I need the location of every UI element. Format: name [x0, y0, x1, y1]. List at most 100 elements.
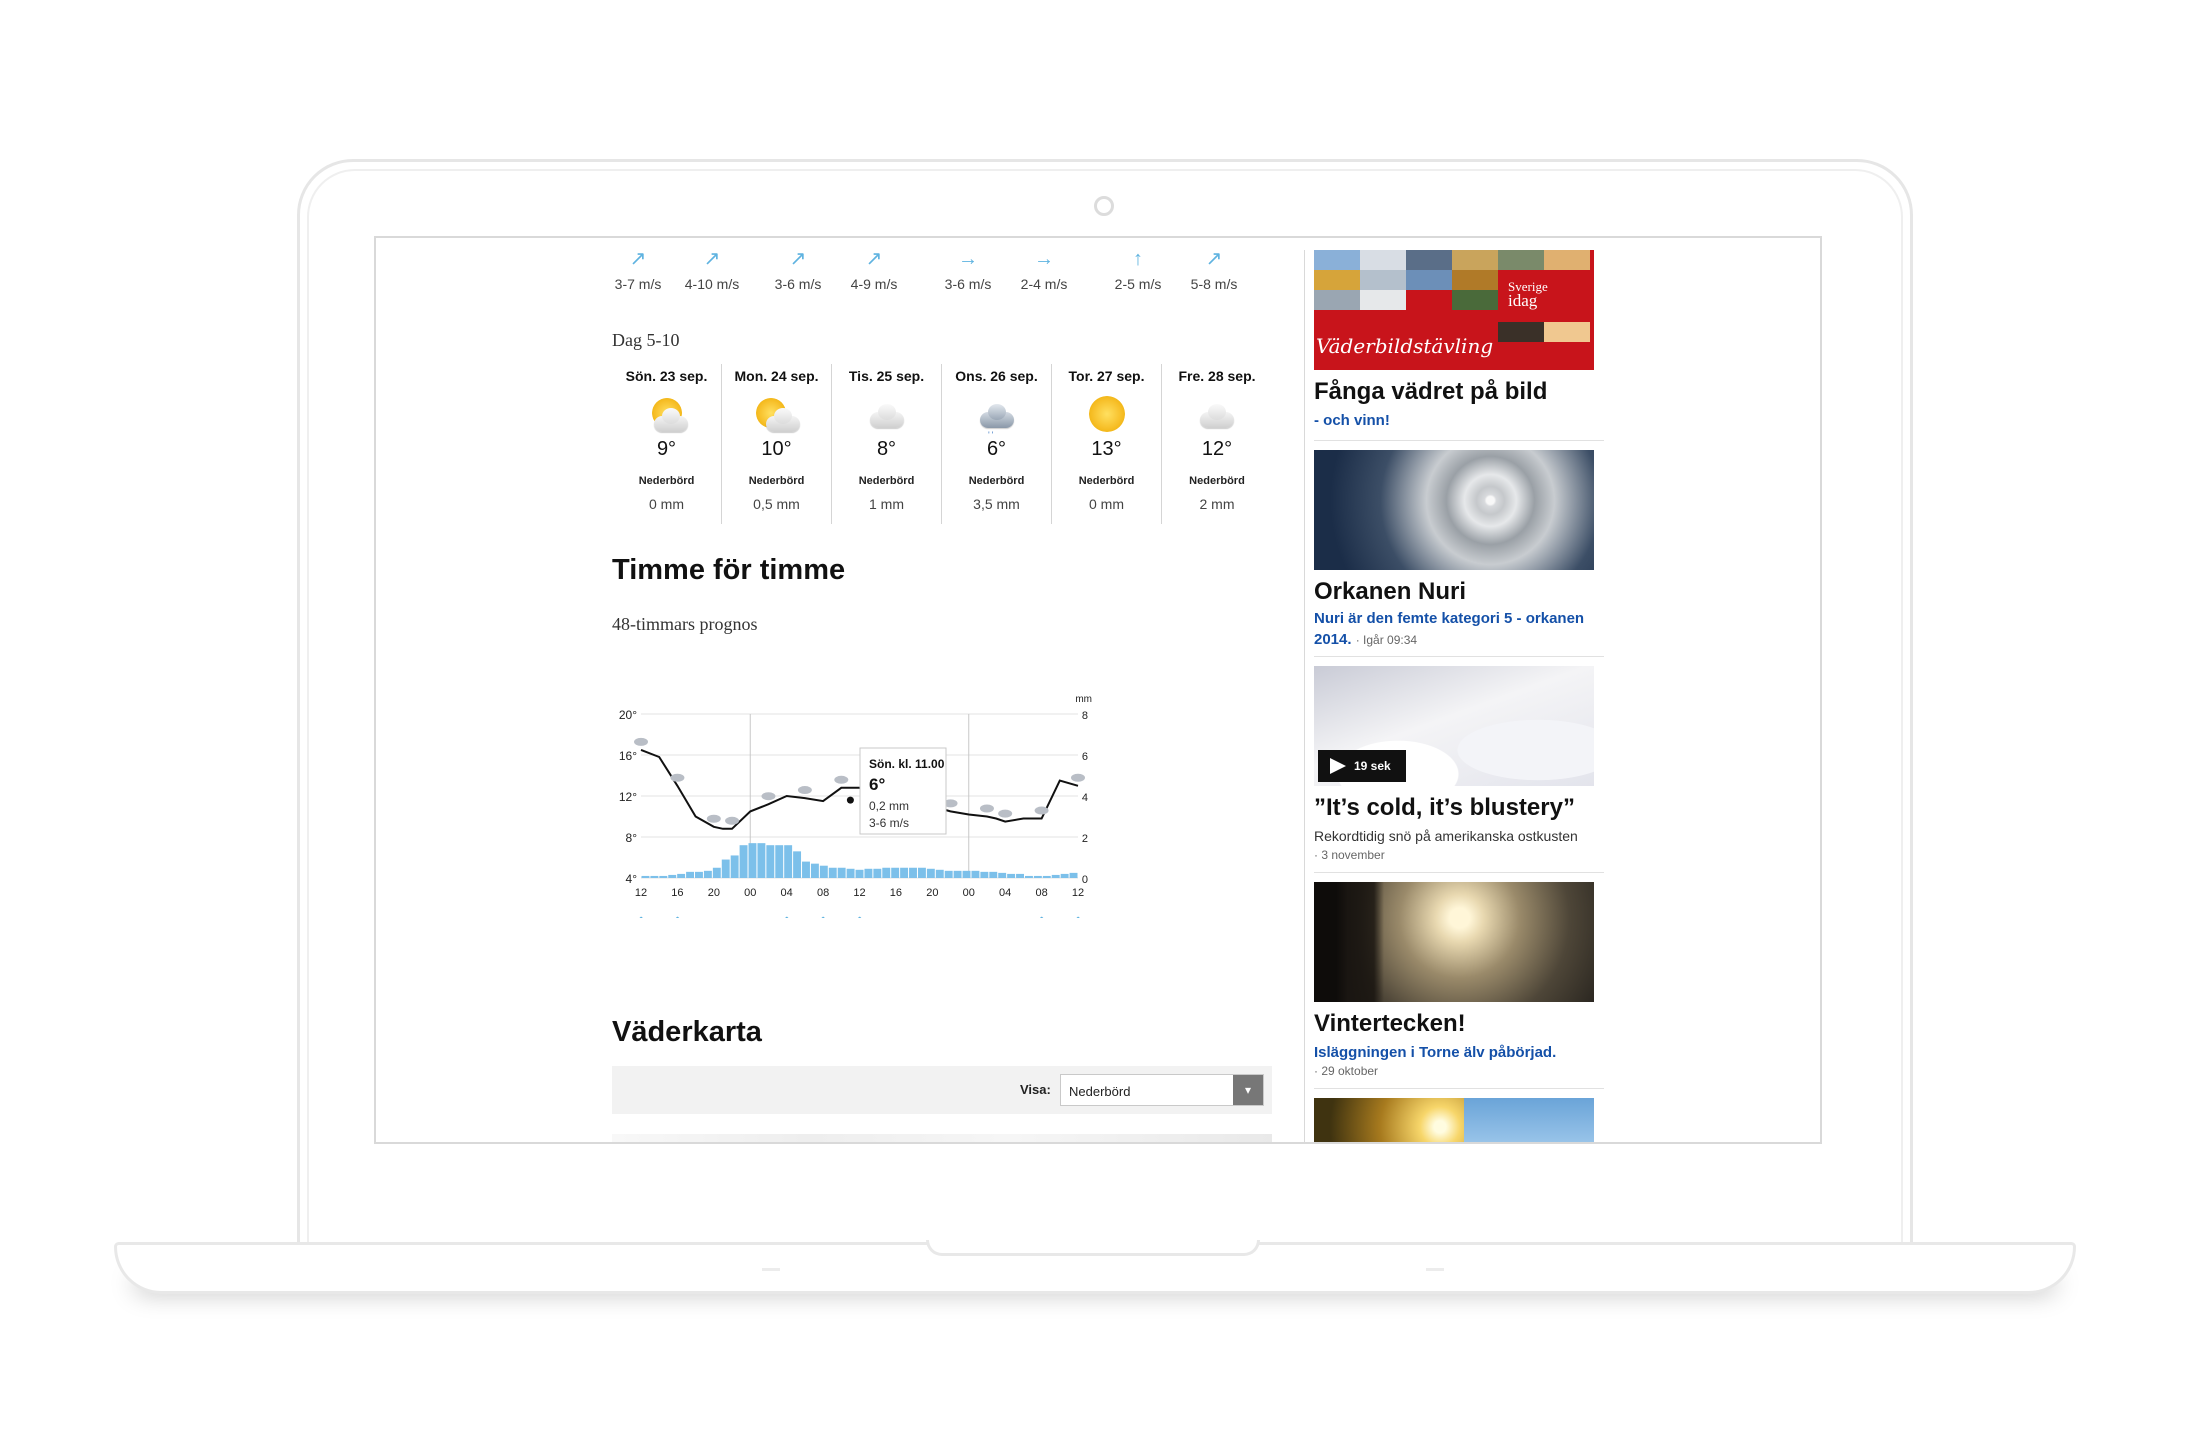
day-name: Mon. 24 sep.	[734, 368, 819, 384]
precip-bar	[1051, 874, 1060, 878]
card-link[interactable]: Isläggningen i Torne älv påbörjad.	[1314, 1042, 1604, 1063]
precip-bar	[784, 845, 793, 878]
wind-arrow-icon: ↔	[706, 914, 721, 918]
brand-bottom: idag	[1508, 291, 1538, 310]
precip-bar	[748, 843, 757, 878]
wind-speed: 5-8 m/s	[1190, 276, 1238, 292]
wind-speed: 3-6 m/s	[774, 276, 822, 292]
precip-bar	[677, 873, 686, 878]
x-tick-label: 04	[781, 887, 793, 899]
hourly-chart[interactable]: 20° 8 16° 6 12° 4 8° 2 4° 0 mm 12 16 20 00 04 08 12 16 20 00…	[612, 638, 1272, 918]
wind-cell: ↑ 2-5 m/s	[1098, 246, 1178, 292]
precip-bar	[989, 871, 998, 878]
wind-cell: → 2-4 m/s	[1004, 246, 1084, 292]
card-text: Rekordtidig snö på amerikanska ostkusten	[1314, 828, 1578, 844]
precip-bar	[668, 874, 677, 878]
precip-bar	[873, 868, 882, 878]
card-title[interactable]: Vintertecken!	[1314, 1010, 1466, 1038]
wind-speed: 2-5 m/s	[1114, 276, 1162, 292]
video-duration: 19 sek	[1354, 759, 1391, 773]
cloud-icon	[832, 394, 941, 434]
day-forecast[interactable]: Tor. 27 sep. 13° Nederbörd 0 mm	[1052, 364, 1162, 524]
day-name: Fre. 28 sep.	[1178, 368, 1256, 384]
precip-bar	[712, 867, 721, 878]
wind-speed: 2-4 m/s	[1020, 276, 1068, 292]
card-meta: · Igår 09:34	[1355, 633, 1418, 647]
day-name: Tor. 27 sep.	[1068, 368, 1145, 384]
photo-contest-image[interactable]: Sverige idag Väderbildstävling	[1314, 250, 1594, 370]
hover-point	[846, 796, 854, 804]
precip-bar	[721, 859, 730, 878]
card-link[interactable]: Nuri är den femte kategori 5 - orkanen 2…	[1314, 608, 1604, 651]
card-divider	[1314, 656, 1604, 657]
precip-bar	[962, 870, 971, 878]
chevron-down-icon[interactable]: ▾	[1233, 1075, 1263, 1105]
hurricane-image[interactable]	[1314, 450, 1594, 570]
card-title[interactable]: Orkanen Nuri	[1314, 578, 1466, 606]
laptop-foot	[1426, 1268, 1444, 1271]
y-right-tick-label: 2	[1082, 833, 1088, 845]
precip-value: 0,5 mm	[753, 496, 800, 512]
weather-map[interactable]	[612, 1134, 1272, 1142]
wind-speed: 3-7 m/s	[614, 276, 662, 292]
day-forecast[interactable]: Tis. 25 sep. 8° Nederbörd 1 mm	[832, 364, 942, 524]
winter-sign-image[interactable]	[1314, 882, 1594, 1002]
y-tick-label: 16°	[619, 749, 637, 763]
day-forecast-list: Sön. 23 sep. 9° Nederbörd 0 mm Mon. 24 s…	[612, 364, 1272, 528]
precip-label: Nederbörd	[638, 475, 695, 487]
cloud-icon	[725, 816, 740, 825]
precip-label: Nederbörd	[1078, 475, 1135, 487]
wind-arrow-icon: ↗	[703, 248, 721, 270]
card-title[interactable]: Fånga vädret på bild	[1314, 378, 1547, 406]
precip-label: Nederbörd	[1189, 475, 1245, 487]
precip-bar	[971, 870, 980, 878]
day-forecast[interactable]: Mon. 24 sep. 10° Nederbörd 0,5 mm	[722, 364, 832, 524]
sun-icon	[1052, 394, 1161, 434]
wind-arrow-icon: ↗	[998, 914, 1013, 918]
precip-bar	[739, 845, 748, 878]
day-forecast[interactable]: Fre. 28 sep. 12° Nederbörd 2 mm	[1162, 364, 1272, 524]
precip-value: 1 mm	[869, 496, 904, 512]
cloud-icon	[1162, 394, 1272, 434]
precip-bar	[1060, 873, 1069, 878]
x-tick-label: 00	[744, 887, 756, 899]
autumn-image[interactable]	[1314, 1098, 1594, 1142]
precip-bar	[855, 869, 864, 878]
precip-bar	[793, 851, 802, 878]
precip-bar	[641, 875, 650, 878]
precip-bar	[909, 867, 917, 878]
wind-arrow-icon: →	[958, 248, 978, 270]
precip-bar	[802, 861, 810, 878]
camera-icon	[1094, 196, 1114, 216]
x-tick-label: 04	[999, 887, 1011, 899]
snow-video-thumbnail[interactable]: 19 sek	[1314, 666, 1594, 786]
x-tick-label: 12	[853, 887, 865, 899]
precip-bar	[953, 870, 962, 878]
wind-speed: 3-6 m/s	[944, 276, 992, 292]
precip-bar	[775, 845, 784, 878]
precip-bar	[891, 867, 900, 878]
wind-arrow-icon: ↕	[1034, 914, 1049, 918]
precip-bar	[1042, 875, 1051, 878]
day-forecast[interactable]: Ons. 26 sep. '' 6° Nederbörd 3,5 mm	[942, 364, 1052, 524]
laptop-notch	[926, 1240, 1260, 1256]
precip-bar	[935, 869, 944, 878]
wind-arrow-icon: ↑	[1133, 248, 1143, 270]
precip-label: Nederbörd	[968, 475, 1025, 487]
tooltip-wind: 3-6 m/s	[869, 816, 909, 830]
hourly-subtitle: 48-timmars prognos	[612, 614, 758, 634]
y-right-unit: mm	[1075, 694, 1092, 705]
sun-cloud-icon	[722, 394, 831, 434]
sidebar-divider	[1304, 250, 1305, 1142]
day-forecast[interactable]: Sön. 23 sep. 9° Nederbörd 0 mm	[612, 364, 722, 524]
cloud-icon	[1034, 806, 1049, 815]
card-meta: · 3 november	[1314, 848, 1385, 862]
card-link[interactable]: - och vinn!	[1314, 410, 1604, 431]
card-title[interactable]: ”It’s cold, it’s blustery”	[1314, 794, 1575, 822]
play-icon[interactable]: 19 sek	[1318, 750, 1406, 782]
precip-value: 0 mm	[1089, 496, 1124, 512]
wind-arrow-icon: ↗	[1205, 248, 1223, 270]
precip-label: Nederbörd	[748, 475, 805, 487]
map-layer-select[interactable]: Nederbörd ▾	[1060, 1074, 1264, 1106]
card-meta: · 29 oktober	[1314, 1064, 1379, 1078]
